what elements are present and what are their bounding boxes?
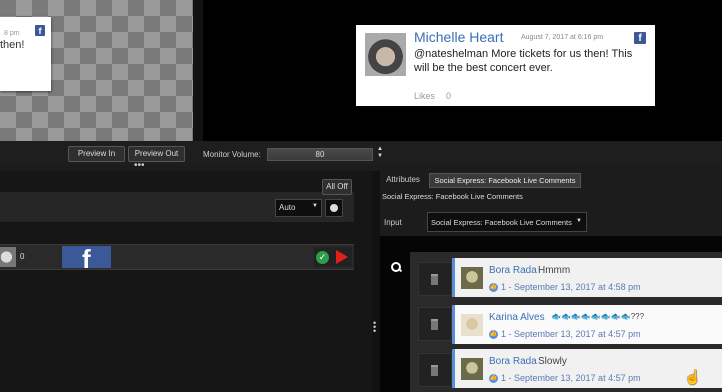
- likes-count: 0: [446, 91, 452, 101]
- input-select[interactable]: Social Express: Facebook Live Comments ▼: [427, 212, 587, 232]
- delete-comment-button[interactable]: [418, 262, 452, 296]
- splitter-dots-icon: • • •: [373, 318, 377, 336]
- avatar: [365, 33, 406, 76]
- preview-divider: [193, 0, 203, 141]
- trash-icon: [431, 319, 438, 330]
- monitor-volume-value: 80: [315, 150, 325, 159]
- attributes-header: Social Express: Facebook Live Comments: [382, 192, 523, 201]
- facebook-icon: f: [35, 25, 45, 36]
- comment-meta: 1 - September 13, 2017 at 4:57 pm: [501, 373, 641, 383]
- right-social-post: Michelle Heart August 7, 2017 at 6:16 pm…: [356, 25, 655, 106]
- avatar: [461, 267, 483, 289]
- comment-text: 🐟🐟🐟🐟🐟🐟🐟🐟???: [551, 312, 645, 321]
- comment-text: Hmmm: [538, 265, 571, 276]
- post-date: August 7, 2017 at 6:16 pm: [521, 34, 604, 41]
- chevron-down-icon: ▼: [576, 218, 582, 224]
- comment-card[interactable]: Karina Alves 🐟🐟🐟🐟🐟🐟🐟🐟??? 👍 1 - September…: [452, 305, 722, 344]
- facebook-icon: f: [82, 244, 91, 274]
- panel-splitter[interactable]: • • •: [372, 171, 380, 392]
- input-select-value: Social Express: Facebook Live Comments: [431, 218, 572, 227]
- circle-icon: [330, 204, 338, 212]
- hand-cursor-icon: ☝: [684, 369, 702, 385]
- left-social-post: 8 pm f then!: [0, 17, 51, 91]
- comment-text: Slowly: [538, 356, 567, 367]
- delete-comment-button[interactable]: [418, 307, 452, 341]
- left-post-time: 8 pm: [4, 30, 20, 37]
- comment-author: Karina Alves: [489, 312, 545, 323]
- search-icon[interactable]: [391, 262, 403, 273]
- avatar: [461, 314, 483, 336]
- volume-stepper-icon[interactable]: ▲ ▼: [376, 146, 384, 160]
- layer-facebook-thumbnail: f: [62, 244, 111, 274]
- comment-author: Bora Rada: [489, 265, 537, 276]
- facebook-icon: f: [634, 32, 646, 44]
- record-toggle[interactable]: [325, 199, 343, 217]
- like-icon: 👍: [489, 330, 498, 339]
- check-icon: ✓: [316, 251, 329, 264]
- like-icon: 👍: [489, 374, 498, 383]
- splitter-dots-icon[interactable]: •••: [134, 161, 148, 171]
- chevron-down-icon: ▼: [312, 203, 318, 209]
- monitor-volume-field[interactable]: 80: [267, 148, 373, 161]
- preview-in-button[interactable]: Preview In: [68, 146, 125, 162]
- comment-card[interactable]: Bora Rada Hmmm 👍 1 - September 13, 2017 …: [452, 258, 722, 297]
- post-text: @nateshelman More tickets for us then! T…: [414, 48, 633, 74]
- tab-attributes[interactable]: Attributes: [382, 174, 424, 186]
- tab-social-express[interactable]: Social Express: Facebook Live Comments: [429, 173, 581, 188]
- trash-icon: [431, 274, 438, 285]
- left-post-text: then!: [0, 39, 25, 51]
- mode-select-value: Auto: [279, 203, 296, 212]
- layer-count: 0: [20, 252, 25, 261]
- layer-thumbnail: [0, 247, 16, 267]
- layer-active-toggle[interactable]: ✓: [314, 247, 352, 267]
- like-icon: 👍: [489, 283, 498, 292]
- post-author-name: Michelle Heart: [414, 29, 504, 45]
- comment-card[interactable]: Bora Rada Slowly 👍 1 - September 13, 201…: [452, 349, 722, 388]
- comment-meta: 1 - September 13, 2017 at 4:58 pm: [501, 282, 641, 292]
- monitor-volume-label: Monitor Volume:: [203, 150, 261, 159]
- mode-select[interactable]: Auto ▼: [275, 199, 322, 217]
- trash-icon: [431, 365, 438, 376]
- comment-author: Bora Rada: [489, 356, 537, 367]
- all-off-button[interactable]: All Off: [322, 179, 352, 195]
- avatar: [461, 358, 483, 380]
- likes-label: Likes: [414, 91, 436, 101]
- input-label: Input: [384, 218, 402, 227]
- play-icon: [336, 250, 348, 264]
- layer-row[interactable]: 0 f ✓: [0, 244, 354, 274]
- delete-comment-button[interactable]: [418, 353, 452, 387]
- comment-meta: 1 - September 13, 2017 at 4:57 pm: [501, 329, 641, 339]
